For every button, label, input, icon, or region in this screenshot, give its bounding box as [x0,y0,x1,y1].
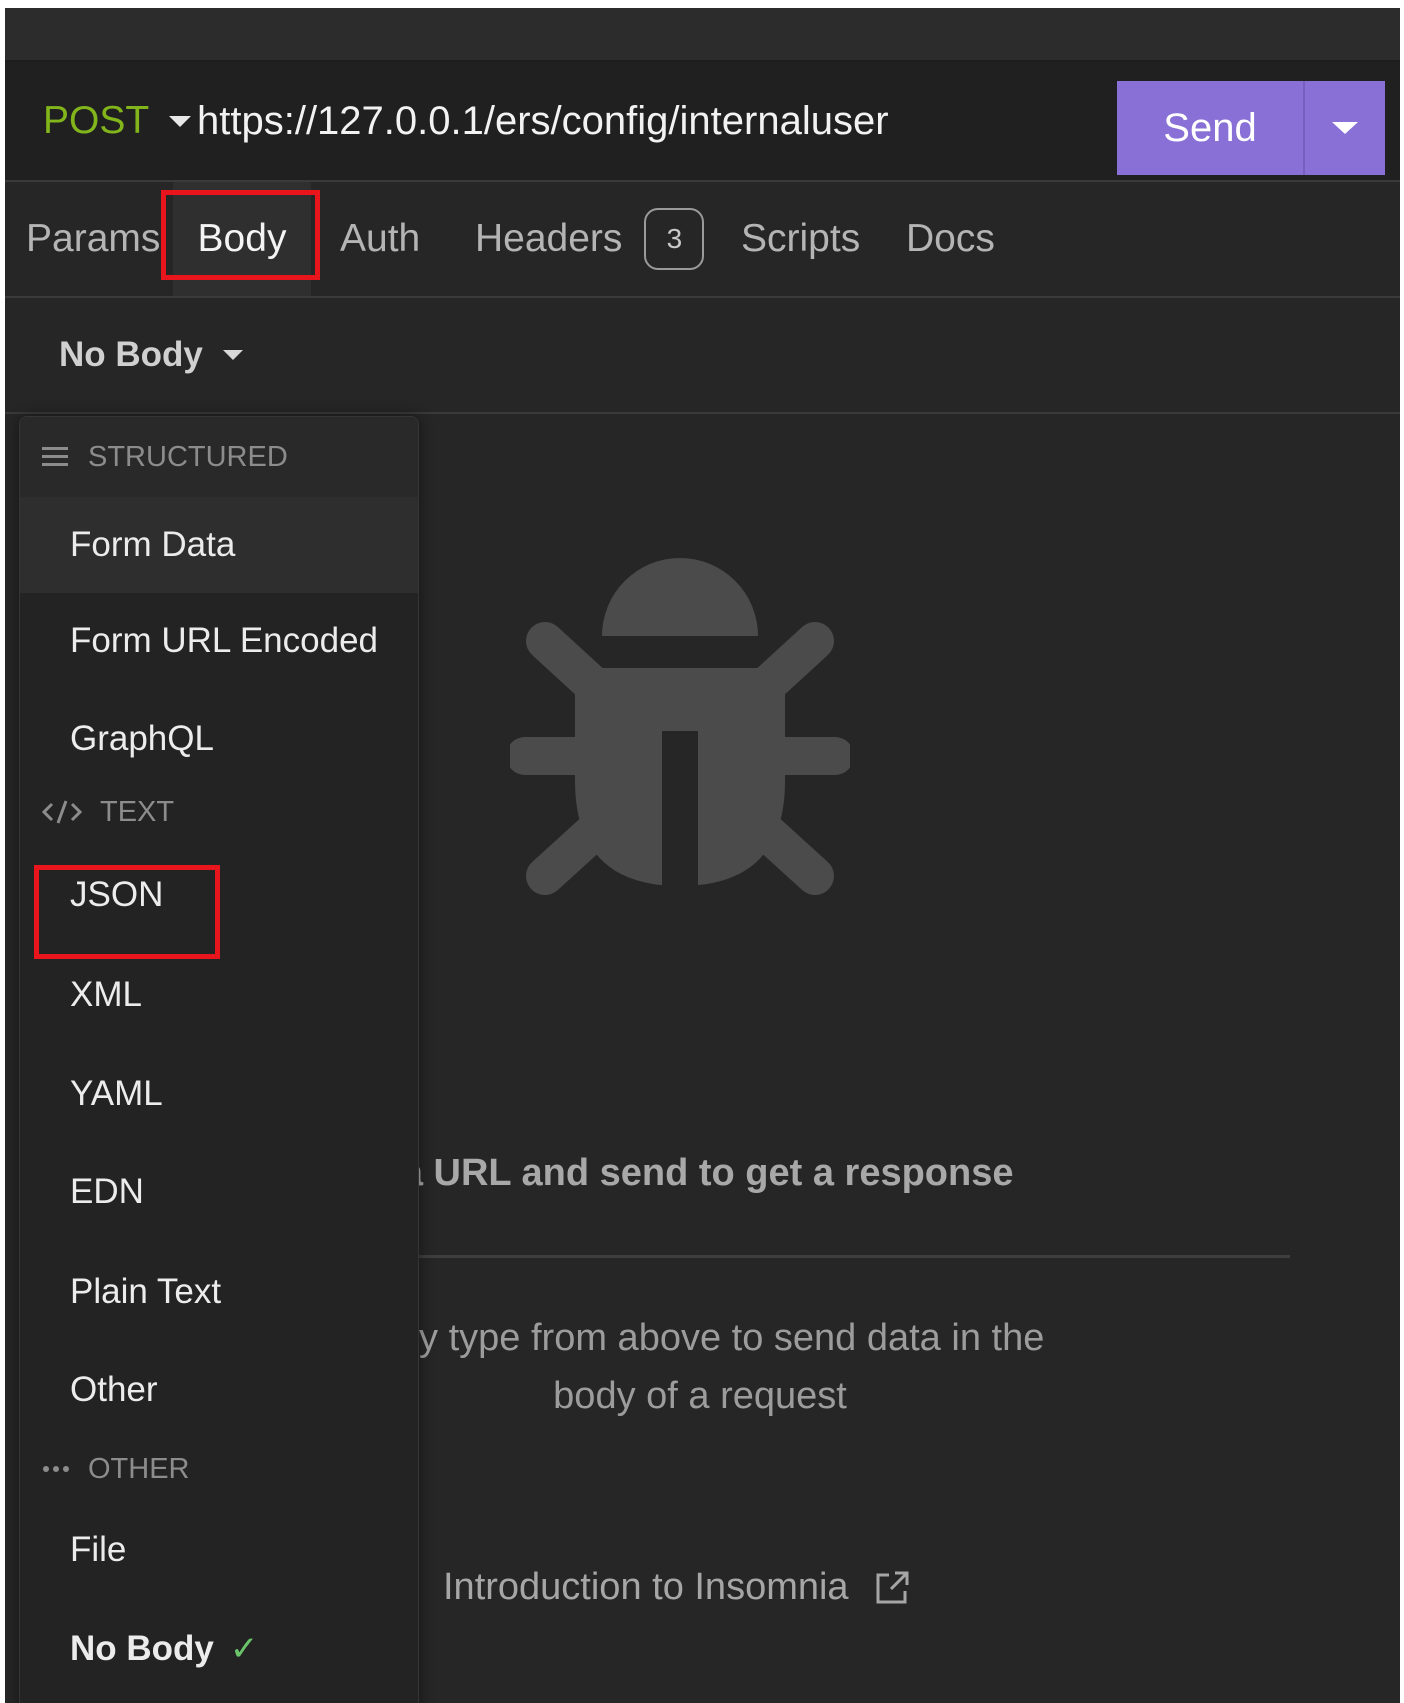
section-structured: STRUCTURED [20,417,418,497]
section-label: STRUCTURED [88,440,288,473]
menu-item-label: File [70,1530,127,1569]
headers-count-badge: 3 [644,208,705,270]
method-selector[interactable]: POST [43,62,192,180]
code-icon [42,800,82,824]
tab-label: Params [26,217,161,260]
menu-item-edn[interactable]: EDN [20,1144,418,1240]
menu-item-other[interactable]: Other [20,1342,418,1438]
menu-item-file[interactable]: File [20,1502,418,1598]
menu-item-json[interactable]: JSON [20,847,418,943]
body-type-label: No Body [59,335,203,374]
menu-item-label: YAML [70,1074,163,1113]
chevron-down-icon [1332,122,1358,134]
tab-docs[interactable]: Docs [906,182,995,296]
request-tabs: Params Body Auth Headers 3 Scripts Docs [5,182,1400,298]
chevron-down-icon [222,350,243,360]
body-type-dropdown-menu: STRUCTURED Form Data Form URL Encoded Gr… [19,416,419,1703]
external-link-icon [876,1571,909,1603]
send-button-group: Send [1117,81,1385,175]
menu-item-label: GraphQL [70,719,214,758]
tab-params[interactable]: Params [26,182,160,296]
menu-item-label: Form Data [70,525,236,564]
body-type-bar: No Body [5,298,1400,414]
tab-auth[interactable]: Auth [340,182,420,296]
tab-body[interactable]: Body [173,182,311,296]
menu-item-label: No Body [70,1629,214,1668]
body-type-selector[interactable]: No Body [59,298,243,412]
bug-icon [510,558,850,895]
url-input[interactable] [197,89,1097,153]
menu-item-form-url-encoded[interactable]: Form URL Encoded [20,593,418,689]
tab-label: Body [197,217,287,260]
ellipsis-icon [43,1466,69,1472]
menu-item-xml[interactable]: XML [20,947,418,1043]
menu-item-label: Form URL Encoded [70,621,378,660]
section-text: TEXT [20,779,418,845]
menu-item-label: Other [70,1370,158,1409]
menu-item-label: EDN [70,1172,144,1211]
introduction-link-label: Introduction to Insomnia [443,1566,849,1608]
send-options-dropdown[interactable] [1305,81,1385,175]
empty-state-description: body type from above to send data in the… [355,1317,1045,1417]
menu-item-form-data[interactable]: Form Data [20,497,418,593]
menu-item-label: XML [70,975,142,1014]
tab-label: Headers [475,217,623,260]
menu-item-no-body[interactable]: No Body ✓ [20,1601,418,1697]
introduction-link[interactable]: Introduction to Insomnia [443,1566,911,1609]
chevron-down-icon [169,115,192,127]
checkmark-icon: ✓ [229,1630,259,1668]
tab-label: Auth [340,217,421,260]
method-label: POST [43,99,150,142]
menu-item-label: JSON [70,875,164,914]
menu-item-label: Plain Text [70,1272,222,1311]
tab-label: Scripts [741,217,861,260]
section-label: OTHER [88,1452,190,1485]
section-other: OTHER [20,1436,418,1502]
divider [275,1255,1290,1258]
send-button[interactable]: Send [1117,81,1305,175]
menu-item-plain-text[interactable]: Plain Text [20,1244,418,1340]
tab-label: Docs [906,217,995,260]
tab-headers[interactable]: Headers 3 [475,182,705,296]
menu-item-graphql[interactable]: GraphQL [20,691,418,787]
list-icon [42,447,68,466]
tab-scripts[interactable]: Scripts [741,182,860,296]
insomnia-request-panel: POST Send Params Body Auth Headers 3 Scr… [5,8,1400,1703]
section-label: TEXT [100,795,175,828]
top-bar [5,8,1400,62]
url-bar: POST Send [5,62,1400,182]
menu-item-yaml[interactable]: YAML [20,1046,418,1142]
